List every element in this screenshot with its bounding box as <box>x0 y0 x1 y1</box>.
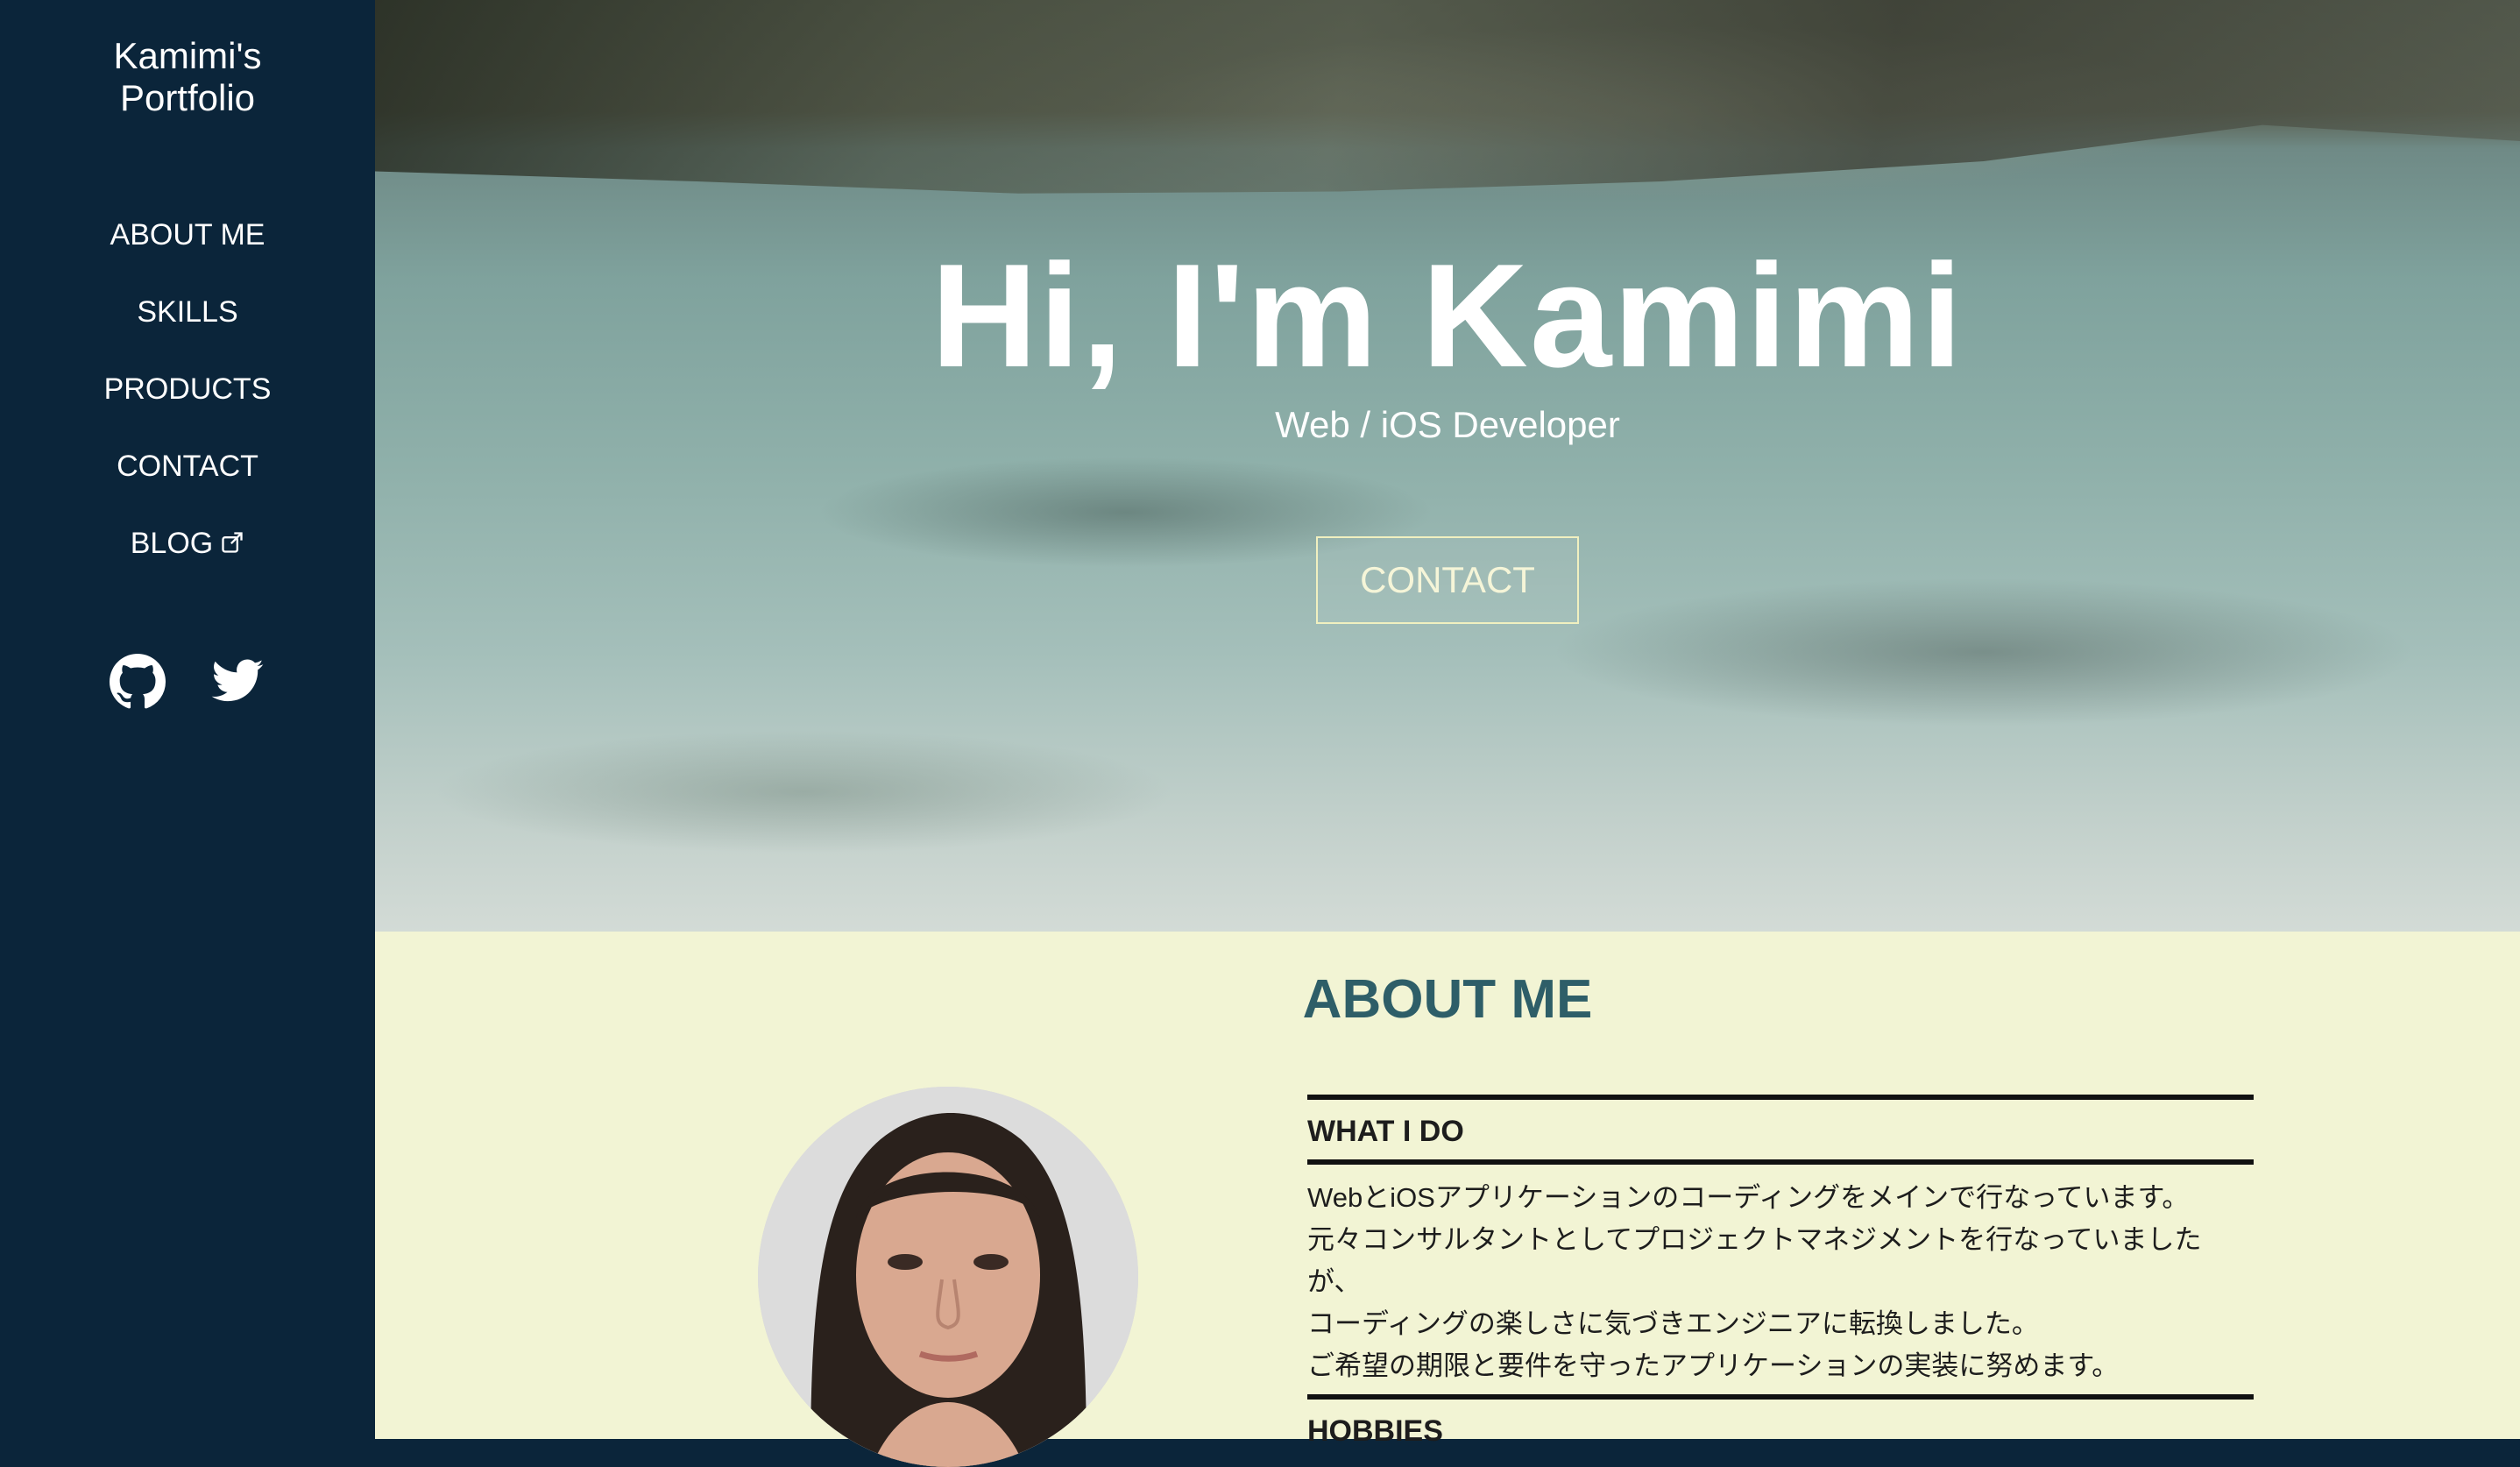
hero-subtitle: Web / iOS Developer <box>1275 404 1620 445</box>
what-i-do-line: WebとiOSアプリケーションのコーディングをメインで行なっています。 <box>1307 1182 2190 1213</box>
what-i-do-line: コーディングの楽しさに気づきエンジニアに転換しました。 <box>1307 1308 2039 1339</box>
nav-blog-label: BLOG <box>130 527 214 560</box>
nav-about-me[interactable]: ABOUT ME <box>110 216 265 254</box>
github-icon[interactable] <box>110 654 166 710</box>
nav-products[interactable]: PRODUCTS <box>104 370 272 408</box>
nav-contact[interactable]: CONTACT <box>117 447 258 485</box>
hero-content: Hi, I'm Kamimi Web / iOS Developer CONTA… <box>375 237 2520 624</box>
what-i-do-heading: WHAT I DO <box>1307 1115 1464 1148</box>
sidebar: Kamimi's Portfolio ABOUT ME SKILLS PRODU… <box>0 0 375 1439</box>
sidebar-nav: ABOUT ME SKILLS PRODUCTS CONTACT BLOG <box>0 216 375 601</box>
site-title[interactable]: Kamimi's Portfolio <box>0 35 375 119</box>
what-i-do-line: 元々コンサルタントとしてプロジェクトマネジメントを行なっていました <box>1307 1224 2202 1255</box>
what-i-do-line: ご希望の期限と要件を守ったアプリケーションの実装に努めます。 <box>1307 1350 2120 1381</box>
external-link-icon <box>220 526 244 564</box>
nav-blog[interactable]: BLOG <box>131 524 244 564</box>
contact-button[interactable]: CONTACT <box>1316 536 1579 624</box>
about-title: ABOUT ME <box>1302 969 1593 1030</box>
what-i-do-line: が、 <box>1307 1266 1362 1297</box>
hero-section: Hi, I'm Kamimi Web / iOS Developer CONTA… <box>375 0 2520 932</box>
hobbies-heading: HOBBIES <box>1307 1414 1443 1448</box>
avatar <box>758 1087 1138 1467</box>
about-section: ABOUT ME WHAT I DO WebとiOSアプリケーションのコーディン… <box>375 932 2520 1467</box>
site-title-line2: Portfolio <box>119 77 256 118</box>
twitter-icon[interactable] <box>209 654 265 710</box>
about-details: WHAT I DO WebとiOSアプリケーションのコーディングをメインで行なっ… <box>1307 1095 2254 1459</box>
social-links <box>0 654 375 710</box>
main-content: Hi, I'm Kamimi Web / iOS Developer CONTA… <box>375 0 2520 1467</box>
hero-title: Hi, I'm Kamimi <box>931 233 1964 398</box>
nav-skills[interactable]: SKILLS <box>137 293 237 331</box>
site-title-line1: Kamimi's <box>113 35 262 76</box>
what-i-do-text: WebとiOSアプリケーションのコーディングをメインで行なっています。 元々コン… <box>1307 1165 2254 1394</box>
hero-background-image <box>375 0 2520 194</box>
